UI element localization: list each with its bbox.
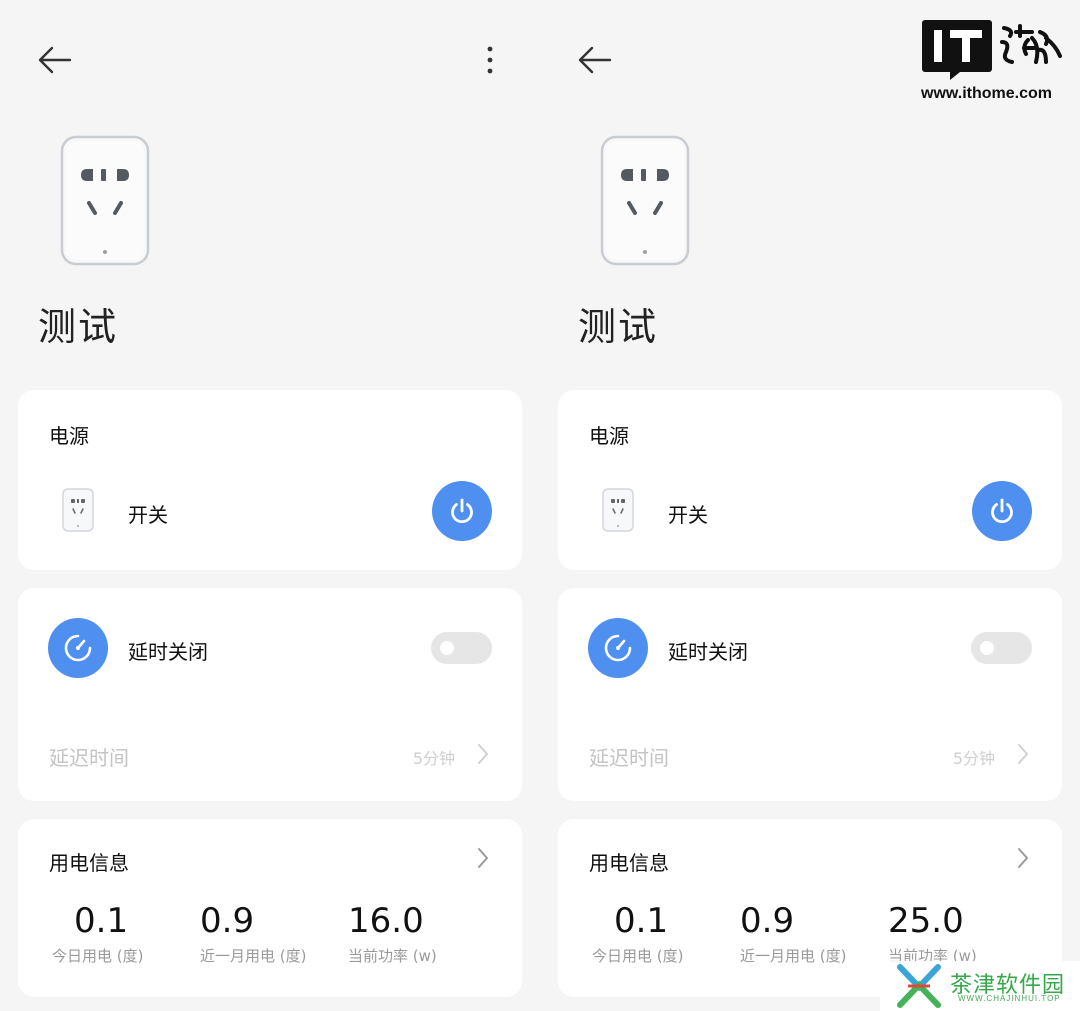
power-card: 电源 开关: [558, 390, 1062, 570]
device-name: 测试: [38, 305, 119, 349]
delay-off-label: 延时关闭: [668, 640, 748, 664]
stat-current-power: 25.0 当前功率 (w): [888, 901, 977, 966]
power-card-title: 电源: [589, 424, 629, 448]
switch-label: 开关: [668, 503, 708, 527]
toggle-knob: [980, 641, 994, 655]
back-button[interactable]: [576, 42, 614, 78]
power-toggle-button[interactable]: [972, 481, 1032, 541]
stat-month: 0.9 近一月用电 (度): [740, 901, 846, 966]
arrow-left-icon: [38, 46, 72, 74]
stat-current-power: 16.0 当前功率 (w): [348, 901, 437, 966]
delay-time-label: 延迟时间: [589, 746, 669, 770]
power-card: 电源 开关: [18, 390, 522, 570]
stat-today: 0.1 今日用电 (度): [592, 901, 683, 966]
stat-month: 0.9 近一月用电 (度): [200, 901, 306, 966]
timer-icon: [48, 618, 108, 678]
stat-label: 近一月用电 (度): [200, 947, 307, 965]
delay-off-label: 延时关闭: [128, 640, 208, 664]
usage-card-title: 用电信息: [589, 851, 669, 875]
chajinhui-watermark: 茶津软件园 WWW.CHAJINHUI.TOP: [880, 961, 1080, 1011]
device-name: 测试: [578, 305, 659, 349]
delay-off-toggle[interactable]: [431, 632, 492, 664]
chevron-right-icon[interactable]: [1017, 743, 1029, 765]
stat-today: 0.1 今日用电 (度): [52, 901, 143, 966]
power-icon: [451, 498, 473, 524]
smart-plug-icon: [600, 135, 690, 266]
chevron-right-icon[interactable]: [477, 847, 489, 869]
more-options-button[interactable]: [478, 44, 502, 78]
usage-card-title: 用电信息: [49, 851, 129, 875]
delay-time-value[interactable]: 5分钟: [413, 745, 455, 769]
stat-label: 今日用电 (度): [52, 947, 144, 965]
arrow-left-icon: [578, 46, 612, 74]
screen-panel-1: 测试 电源 开关 延时关闭 延迟时间 5分钟 用电信息 0.1 今日用电 (度)…: [0, 0, 540, 1011]
ithome-logo: [920, 18, 1066, 82]
device-image: [600, 135, 690, 266]
power-card-title: 电源: [49, 424, 89, 448]
stat-label: 当前功率 (w): [348, 947, 437, 965]
stat-value: 25.0: [888, 901, 964, 941]
chevron-right-icon[interactable]: [477, 743, 489, 765]
delay-off-card: 延时关闭 延迟时间 5分钟: [18, 588, 522, 801]
power-usage-card[interactable]: 用电信息 0.1 今日用电 (度) 0.9 近一月用电 (度) 16.0 当前功…: [18, 819, 522, 997]
screen-panel-2: 测试 电源 开关 延时关闭 延迟时间 5分钟 用电信息 0.1 今日用电 (度)…: [540, 0, 1080, 1011]
delay-off-toggle[interactable]: [971, 632, 1032, 664]
watermark-site-url: WWW.CHAJINHUI.TOP: [958, 994, 1061, 1003]
delay-time-value[interactable]: 5分钟: [953, 745, 995, 769]
device-image: [60, 135, 150, 266]
switch-label: 开关: [128, 503, 168, 527]
delay-time-label: 延迟时间: [49, 746, 129, 770]
chevron-right-icon[interactable]: [1017, 847, 1029, 869]
toggle-knob: [440, 641, 454, 655]
back-button[interactable]: [36, 42, 74, 78]
more-vertical-icon: [487, 46, 493, 74]
stat-value: 0.9: [200, 901, 255, 941]
stat-value: 0.1: [614, 901, 669, 941]
power-toggle-button[interactable]: [432, 481, 492, 541]
smart-plug-icon: [60, 135, 150, 266]
stat-label: 近一月用电 (度): [740, 947, 847, 965]
delay-off-card: 延时关闭 延迟时间 5分钟: [558, 588, 1062, 801]
power-icon: [991, 498, 1013, 524]
chajinhui-logo-icon: [894, 963, 944, 1009]
ithome-logo-icon: [922, 20, 1062, 80]
stat-value: 0.9: [740, 901, 795, 941]
mini-plug-icon: [62, 488, 94, 532]
mini-plug-icon: [602, 488, 634, 532]
stat-label: 今日用电 (度): [592, 947, 684, 965]
ithome-url: www.ithome.com: [921, 85, 1052, 102]
timer-icon: [588, 618, 648, 678]
stat-value: 0.1: [74, 901, 129, 941]
stat-value: 16.0: [348, 901, 424, 941]
